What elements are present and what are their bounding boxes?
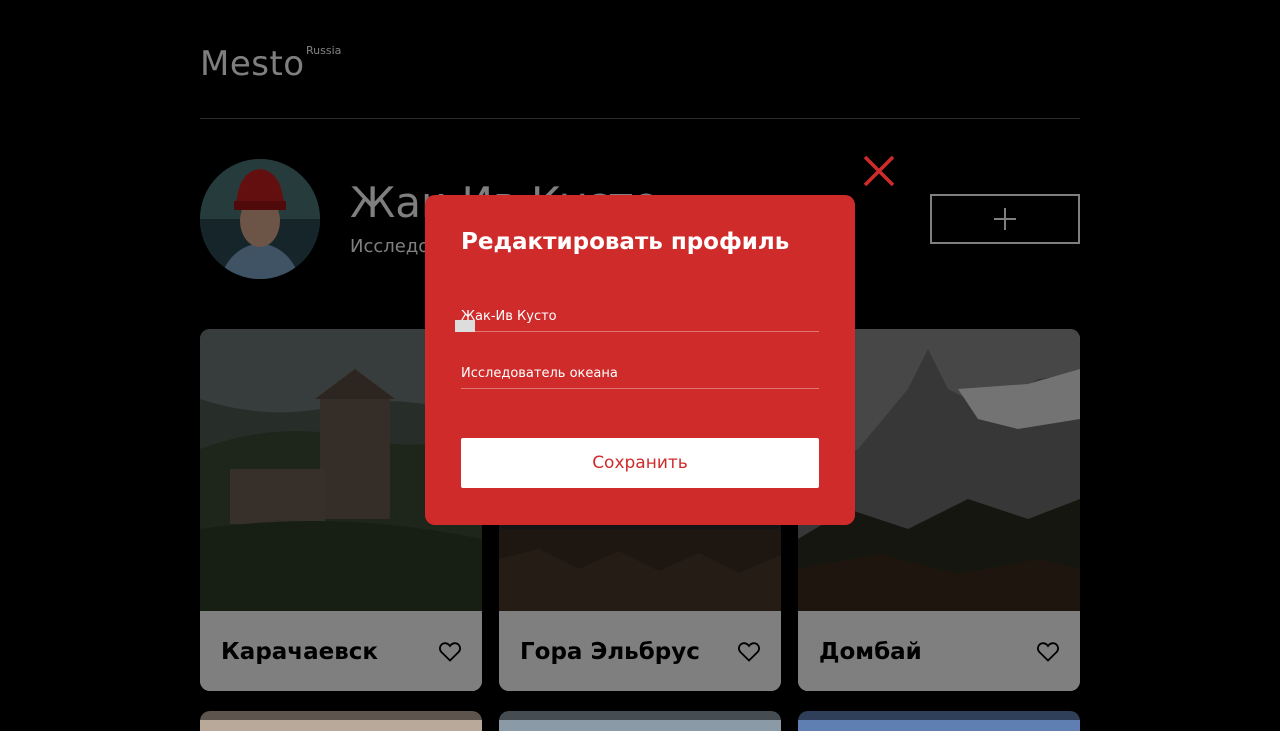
edit-profile-popup: Редактировать профиль Сохранить	[425, 195, 855, 525]
job-input[interactable]	[461, 358, 819, 389]
text-cursor	[455, 320, 475, 332]
name-input[interactable]	[461, 301, 819, 332]
save-button[interactable]: Сохранить	[461, 438, 819, 488]
popup-title: Редактировать профиль	[461, 229, 790, 255]
close-icon[interactable]	[862, 154, 896, 188]
